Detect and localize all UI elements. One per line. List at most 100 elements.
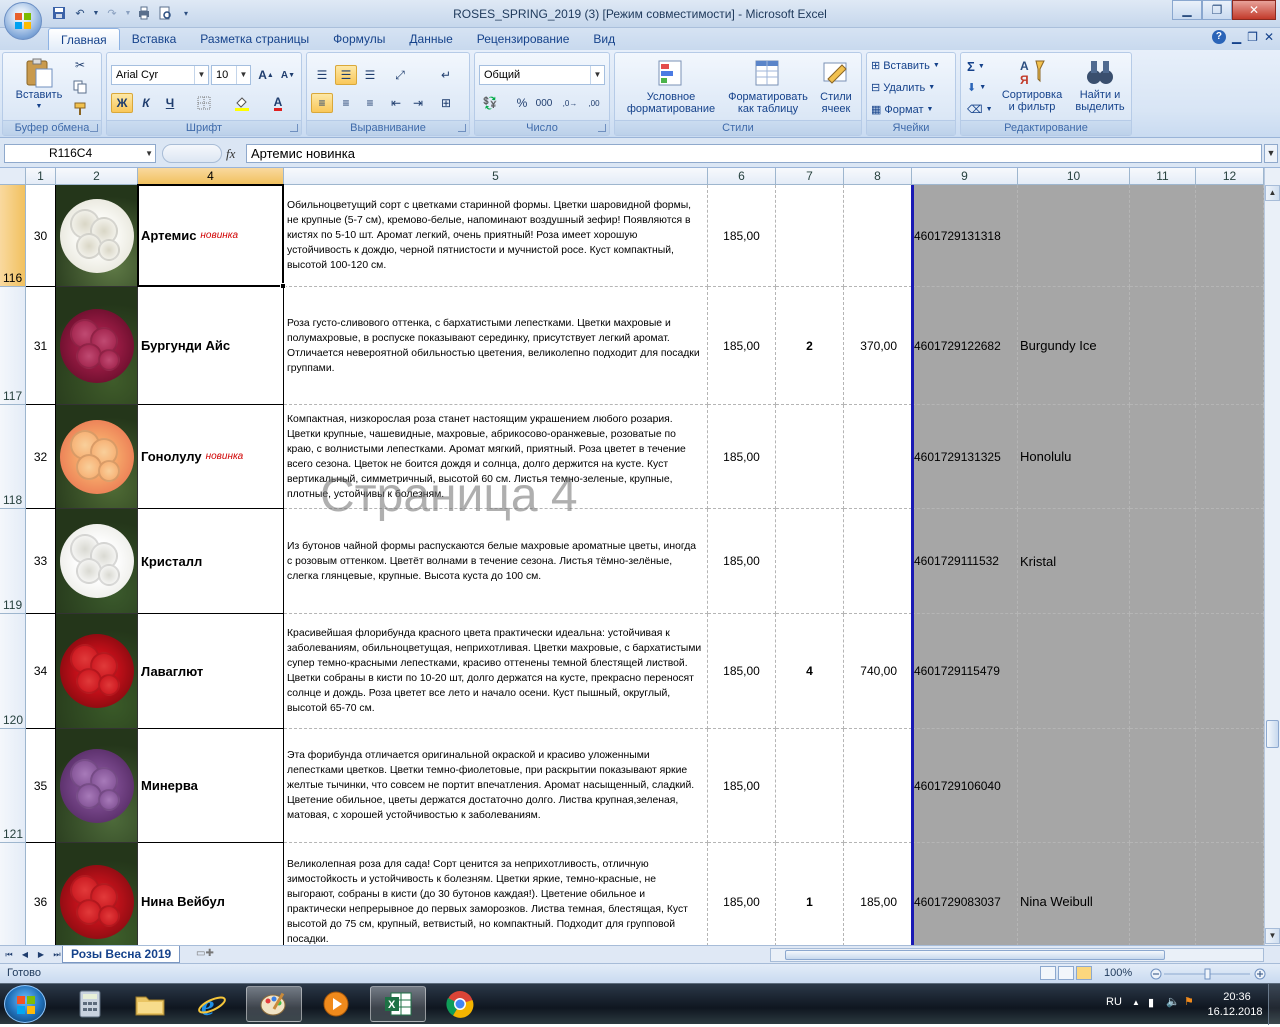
currency-icon[interactable]: 💱 bbox=[479, 93, 501, 113]
cell-variety-name[interactable]: Нина Вейбул bbox=[138, 843, 284, 945]
minimize-button[interactable]: ▁ bbox=[1172, 0, 1202, 20]
cell-empty[interactable] bbox=[1196, 405, 1264, 509]
cell-price[interactable]: 185,00 bbox=[708, 729, 776, 843]
fill-color-icon[interactable] bbox=[231, 93, 253, 113]
cell-empty[interactable] bbox=[1196, 729, 1264, 843]
font-name-select[interactable]: Arial Cyr ▼ bbox=[111, 65, 209, 85]
taskbar-calculator[interactable] bbox=[62, 986, 118, 1022]
cell-empty[interactable] bbox=[1130, 405, 1196, 509]
ribbon-minimize-icon[interactable]: ▁ bbox=[1232, 30, 1241, 44]
cell-description[interactable]: Из бутонов чайной формы распускаются бел… bbox=[284, 509, 708, 614]
cell-sum[interactable] bbox=[844, 509, 912, 614]
page-break-line[interactable] bbox=[911, 185, 914, 945]
redo-icon[interactable]: ↷ bbox=[103, 4, 121, 22]
cell-price[interactable]: 185,00 bbox=[708, 185, 776, 287]
cell-empty[interactable] bbox=[1196, 614, 1264, 729]
cell-sum[interactable] bbox=[844, 729, 912, 843]
align-top-icon[interactable]: ☰ bbox=[311, 65, 333, 85]
scroll-up-icon[interactable]: ▲ bbox=[1265, 185, 1280, 201]
cell-barcode[interactable]: 4601729131325 bbox=[912, 405, 1018, 509]
rose-photo[interactable] bbox=[56, 843, 138, 945]
taskbar-paint[interactable] bbox=[246, 986, 302, 1022]
taskbar-ie[interactable]: e bbox=[184, 986, 240, 1022]
cell-row-number[interactable]: 30 bbox=[26, 185, 56, 287]
tab-data[interactable]: Данные bbox=[397, 28, 464, 50]
cell-sum[interactable]: 185,00 bbox=[844, 843, 912, 945]
thousands-icon[interactable]: 000 bbox=[533, 93, 555, 113]
row-header[interactable]: 122 bbox=[0, 843, 26, 945]
cell-quantity[interactable] bbox=[776, 509, 844, 614]
cell-variety-name[interactable]: Кристалл bbox=[138, 509, 284, 614]
font-launcher-icon[interactable] bbox=[290, 124, 298, 132]
cell-empty[interactable] bbox=[1196, 287, 1264, 405]
cell-price[interactable]: 185,00 bbox=[708, 509, 776, 614]
row-header[interactable]: 118 bbox=[0, 405, 26, 509]
row-header[interactable]: 116 bbox=[0, 185, 26, 287]
column-header[interactable]: 8 bbox=[844, 168, 912, 185]
cell-empty[interactable] bbox=[1196, 843, 1264, 945]
horizontal-scroll-thumb[interactable] bbox=[785, 950, 1165, 960]
cell-row-number[interactable]: 35 bbox=[26, 729, 56, 843]
increase-decimal-icon[interactable]: ,0→ bbox=[559, 93, 581, 113]
volume-icon[interactable]: 🔈 bbox=[1166, 995, 1180, 1008]
office-button[interactable] bbox=[4, 2, 42, 40]
shrink-font-button[interactable]: A ▼ bbox=[277, 65, 299, 85]
cell-sum[interactable]: 740,00 bbox=[844, 614, 912, 729]
workbook-close-icon[interactable]: ✕ bbox=[1264, 30, 1274, 44]
clipboard-launcher-icon[interactable] bbox=[90, 124, 98, 132]
clear-button[interactable]: ⌫ ▼ bbox=[967, 103, 993, 116]
cell-empty[interactable] bbox=[1130, 729, 1196, 843]
font-color-icon[interactable]: A bbox=[267, 93, 289, 113]
cell-english-name[interactable]: Nina Weibull bbox=[1018, 843, 1130, 945]
wrap-text-icon[interactable]: ↵ bbox=[435, 65, 457, 85]
tab-view[interactable]: Вид bbox=[581, 28, 627, 50]
autosum-button[interactable]: Σ ▼ bbox=[967, 59, 985, 74]
show-desktop-button[interactable] bbox=[1268, 984, 1280, 1025]
rose-photo[interactable] bbox=[56, 509, 138, 614]
input-language[interactable]: RU bbox=[1106, 996, 1122, 1008]
cell-row-number[interactable]: 31 bbox=[26, 287, 56, 405]
cell-barcode[interactable]: 4601729083037 bbox=[912, 843, 1018, 945]
conditional-formatting-button[interactable]: Условное форматирование bbox=[617, 59, 725, 115]
cell-price[interactable]: 185,00 bbox=[708, 405, 776, 509]
cell-empty[interactable] bbox=[1196, 509, 1264, 614]
column-header[interactable]: 12 bbox=[1196, 168, 1264, 185]
borders-icon[interactable] bbox=[193, 93, 215, 113]
cell-sum[interactable] bbox=[844, 405, 912, 509]
cell-row-number[interactable]: 36 bbox=[26, 843, 56, 945]
cell-english-name[interactable]: Burgundy Ice bbox=[1018, 287, 1130, 405]
sort-filter-button[interactable]: АЯ Сортировка и фильтр bbox=[995, 57, 1069, 113]
cell-empty[interactable] bbox=[1130, 185, 1196, 287]
alignment-launcher-icon[interactable] bbox=[458, 124, 466, 132]
find-select-button[interactable]: Найти и выделить bbox=[1069, 57, 1131, 113]
cell-description[interactable]: Красивейшая флорибунда красного цвета пр… bbox=[284, 614, 708, 729]
row-header[interactable]: 119 bbox=[0, 509, 26, 614]
decrease-indent-icon[interactable]: ⇤ bbox=[385, 93, 407, 113]
vertical-scroll-thumb[interactable] bbox=[1266, 720, 1279, 748]
tab-insert[interactable]: Вставка bbox=[120, 28, 189, 50]
cell-empty[interactable] bbox=[1130, 614, 1196, 729]
clock-time[interactable]: 20:36 bbox=[1214, 990, 1260, 1004]
format-painter-icon[interactable] bbox=[69, 99, 91, 119]
row-header[interactable]: 120 bbox=[0, 614, 26, 729]
align-left-icon[interactable]: ≡ bbox=[311, 93, 333, 113]
row-header[interactable]: 117 bbox=[0, 287, 26, 405]
cell-price[interactable]: 185,00 bbox=[708, 843, 776, 945]
network-icon[interactable]: ▮ bbox=[1148, 996, 1154, 1009]
column-header[interactable]: 11 bbox=[1130, 168, 1196, 185]
underline-button[interactable]: Ч bbox=[159, 93, 181, 113]
rose-photo[interactable] bbox=[56, 614, 138, 729]
font-size-select[interactable]: 10 ▼ bbox=[211, 65, 251, 85]
cell-styles-button[interactable]: Стили ячеек bbox=[813, 59, 859, 115]
number-format-select[interactable]: Общий ▼ bbox=[479, 65, 605, 85]
save-icon[interactable] bbox=[50, 4, 68, 22]
cell-barcode[interactable]: 4601729122682 bbox=[912, 287, 1018, 405]
align-right-icon[interactable]: ≡ bbox=[359, 93, 381, 113]
tab-page-layout[interactable]: Разметка страницы bbox=[188, 28, 321, 50]
cell-quantity[interactable]: 2 bbox=[776, 287, 844, 405]
cell-description[interactable]: Обильноцветущий сорт с цветками старинно… bbox=[284, 185, 708, 287]
column-header[interactable]: 6 bbox=[708, 168, 776, 185]
cell-variety-name[interactable]: Минерва bbox=[138, 729, 284, 843]
cell-empty[interactable] bbox=[1130, 509, 1196, 614]
page-layout-view-icon[interactable] bbox=[1058, 966, 1074, 980]
